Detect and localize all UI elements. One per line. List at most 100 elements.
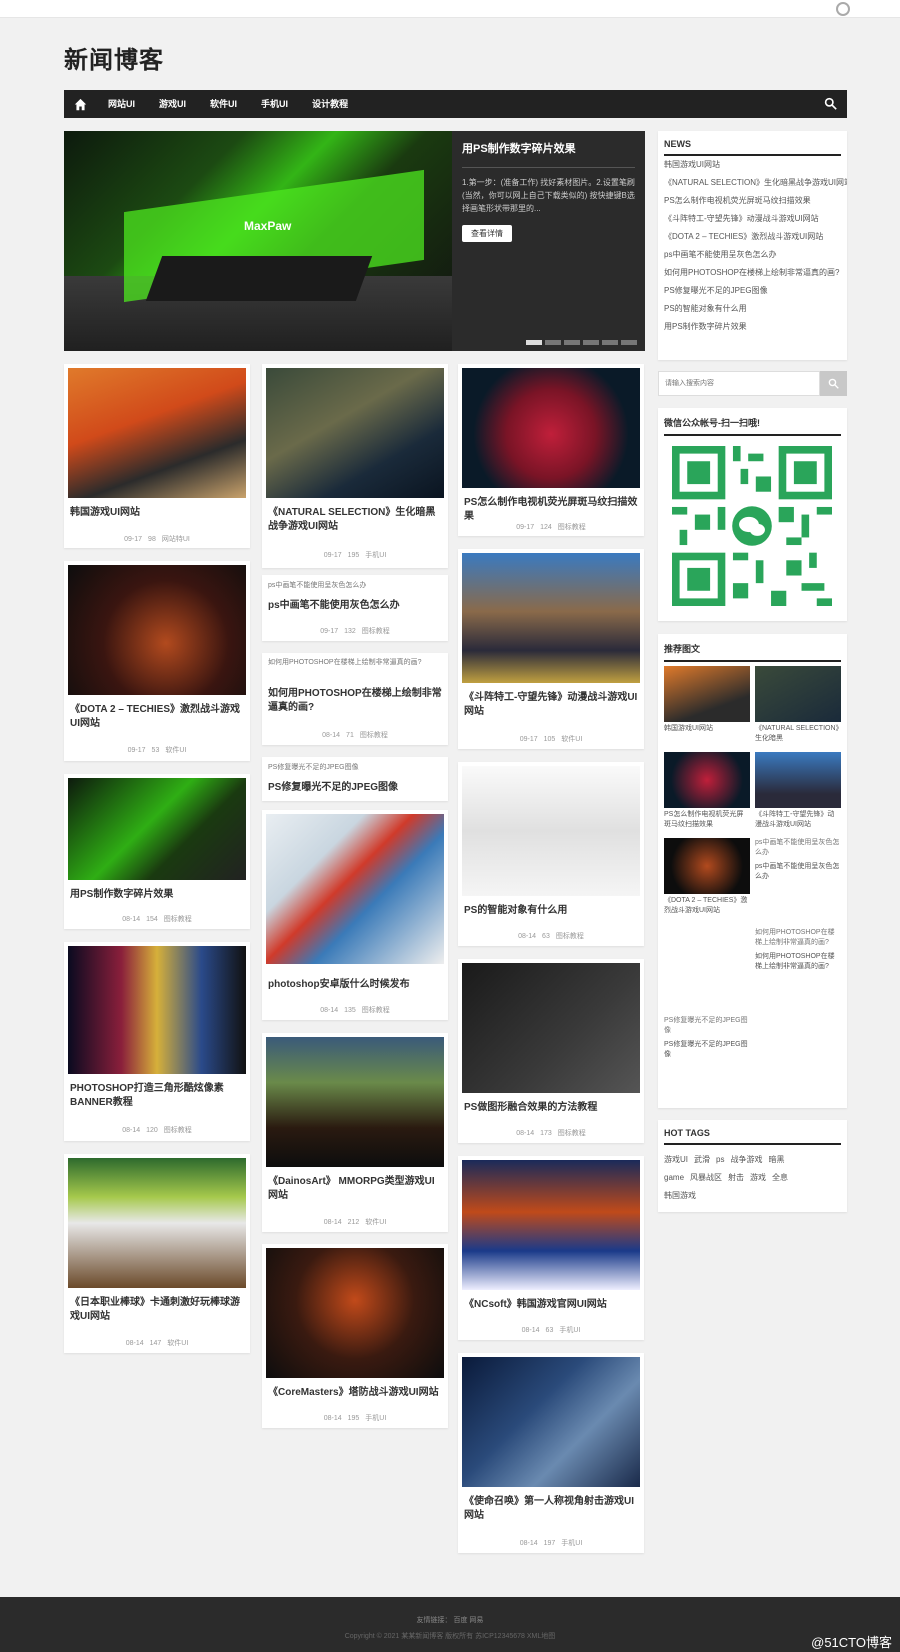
rec-item[interactable]: 《DOTA 2 – TECHIES》激烈战斗游戏UI网站 — [664, 838, 750, 916]
nav-item-design-tutorial[interactable]: 设计教程 — [300, 90, 360, 118]
rec-item[interactable]: ps中画笔不能使用呈灰色怎么办 ps中画笔不能使用呈灰色怎么办 — [755, 838, 841, 882]
footer: 友情链接： 百度 网易 Copyright © 2021 某某新闻博客 版权所有… — [0, 1597, 900, 1652]
news-link[interactable]: 用PS制作数字碎片效果 — [658, 318, 847, 336]
view-detail-button[interactable]: 查看详情 — [462, 225, 512, 242]
post-meta: 09-17 124 图标教程 — [516, 524, 586, 531]
sidebar-search-input[interactable] — [658, 371, 820, 396]
post-title[interactable]: 《CoreMasters》塔防战斗游戏UI网站 — [268, 1386, 442, 1400]
slide-title[interactable]: 用PS制作数字碎片效果 — [462, 141, 635, 168]
news-link[interactable]: PS修复曝光不足的JPEG图像 — [658, 282, 847, 300]
featured-slider[interactable]: MaxPaw 用PS制作数字碎片效果 1.第一步：(准备工作) 找好素材图片。2… — [64, 131, 645, 351]
site-logo[interactable]: 新闻博客 — [64, 40, 164, 75]
news-heading: NEWS — [664, 131, 841, 156]
post-title[interactable]: 《斗阵特工-守望先锋》动漫战斗游戏UI网站 — [464, 691, 638, 719]
tag-link[interactable]: 游戏 — [750, 1173, 766, 1182]
broken-image-alt: ps中画笔不能使用呈灰色怎么办 — [268, 582, 367, 589]
news-link[interactable]: 如何用PHOTOSHOP在楼梯上绘制非常逼真的画? — [658, 264, 847, 282]
friend-links[interactable]: 友情链接： 百度 网易 — [0, 1597, 900, 1625]
slider-dots[interactable] — [526, 340, 637, 345]
post-title[interactable]: PS做图形融合效果的方法教程 — [464, 1101, 638, 1115]
recommended-heading: 推荐图文 — [664, 634, 841, 662]
rec-item[interactable]: 韩国游戏UI网站 — [664, 666, 750, 734]
wechat-heading: 微信公众帐号-扫一扫哦! — [664, 408, 841, 436]
post-card[interactable]: photoshop安卓版什么时候发布 08-14 135 图标教程 — [262, 810, 448, 1020]
tag-link[interactable]: 韩国游戏 — [664, 1191, 696, 1200]
post-title[interactable]: photoshop安卓版什么时候发布 — [268, 978, 442, 992]
post-card[interactable]: 《斗阵特工-守望先锋》动漫战斗游戏UI网站 09-17 105 软件UI — [458, 549, 644, 749]
sidebar-search — [658, 371, 847, 396]
nav-item-game-ui[interactable]: 游戏UI — [147, 90, 198, 118]
post-card[interactable]: 用PS制作数字碎片效果 08-14 154 图标教程 — [64, 774, 250, 929]
post-card[interactable]: PHOTOSHOP打造三角形酷炫像素BANNER教程 08-14 120 图标教程 — [64, 942, 250, 1141]
post-card[interactable]: PS做图形融合效果的方法教程 08-14 173 图标教程 — [458, 959, 644, 1143]
post-title[interactable]: PS修复曝光不足的JPEG图像 — [268, 781, 442, 795]
post-title[interactable]: PHOTOSHOP打造三角形酷炫像素BANNER教程 — [70, 1082, 244, 1110]
post-title[interactable]: ps中画笔不能使用灰色怎么办 — [268, 599, 442, 613]
news-link[interactable]: 《斗阵特工-守望先锋》动漫战斗游戏UI网站 — [658, 210, 847, 228]
tag-link[interactable]: 暗黑 — [768, 1155, 784, 1164]
news-link[interactable]: 《DOTA 2 – TECHIES》激烈战斗游戏UI网站 — [658, 228, 847, 246]
post-card[interactable]: 《CoreMasters》塔防战斗游戏UI网站 08-14 195 手机UI — [262, 1244, 448, 1428]
tag-link[interactable]: 全息 — [772, 1173, 788, 1182]
post-title[interactable]: 用PS制作数字碎片效果 — [70, 888, 244, 902]
post-title[interactable]: 《DainosArt》 MMORPG类型游戏UI网站 — [268, 1175, 442, 1203]
news-link[interactable]: 韩国游戏UI网站 — [658, 156, 847, 174]
news-link[interactable]: PS怎么制作电视机荧光屏斑马纹扫描效果 — [658, 192, 847, 210]
post-card[interactable]: 《DainosArt》 MMORPG类型游戏UI网站 08-14 212 软件UI — [262, 1033, 448, 1232]
post-meta: 08-14 173 图标教程 — [516, 1130, 586, 1137]
post-meta: 09-17 98 网站特UI — [124, 536, 190, 543]
post-card[interactable]: 《使命召唤》第一人称视角射击游戏UI网站 08-14 197 手机UI — [458, 1353, 644, 1553]
tag-link[interactable]: game — [664, 1173, 684, 1182]
post-title[interactable]: PS的智能对象有什么用 — [464, 904, 638, 918]
post-card[interactable]: 如何用PHOTOSHOP在楼梯上绘制非常逼真的画? 如何用PHOTOSHOP在楼… — [262, 653, 448, 745]
slide-desc: 1.第一步：(准备工作) 找好素材图片。2.设置笔刷(当然，你可以网上自己下载类… — [462, 178, 635, 213]
rec-item[interactable]: 如何用PHOTOSHOP在楼梯上绘制非常逼真的画? 如何用PHOTOSHOP在楼梯… — [755, 928, 841, 972]
post-card[interactable]: PS怎么制作电视机荧光屏斑马纹扫描效果 09-17 124 图标教程 — [458, 364, 644, 536]
post-meta: 08-14 120 图标教程 — [122, 1127, 192, 1134]
copyright: Copyright © 2021 某某新闻博客 版权所有 苏ICP1234567… — [344, 1633, 556, 1640]
home-icon[interactable] — [64, 90, 96, 118]
tag-link[interactable]: 战争游戏 — [730, 1155, 762, 1164]
search-icon[interactable] — [824, 97, 837, 110]
loading-icon — [836, 2, 850, 16]
tag-link[interactable]: 武滑 — [694, 1155, 710, 1164]
post-card[interactable]: ps中画笔不能使用呈灰色怎么办 ps中画笔不能使用灰色怎么办 09-17 132 图… — [262, 575, 448, 641]
slide-caption: 用PS制作数字碎片效果 1.第一步：(准备工作) 找好素材图片。2.设置笔刷(当… — [452, 131, 645, 351]
tag-link[interactable]: 游戏UI — [664, 1155, 688, 1164]
post-meta: 09-17 105 软件UI — [519, 736, 583, 743]
post-card[interactable]: 《DOTA 2 – TECHIES》激烈战斗游戏UI网站 09-17 53 软件UI — [64, 561, 250, 761]
tag-link[interactable]: ps — [716, 1155, 724, 1164]
post-title[interactable]: 《NATURAL SELECTION》生化暗黑战争游戏UI网站 — [268, 506, 442, 534]
post-card[interactable]: 《NCsoft》韩国游戏官网UI网站 08-14 63 手机UI — [458, 1156, 644, 1340]
post-meta: 08-14 154 图标教程 — [122, 916, 192, 923]
post-title[interactable]: 如何用PHOTOSHOP在楼梯上绘制非常逼真的画? — [268, 687, 442, 715]
post-card[interactable]: PS修复曝光不足的JPEG图像 PS修复曝光不足的JPEG图像 — [262, 757, 448, 801]
post-card[interactable]: 韩国游戏UI网站 09-17 98 网站特UI — [64, 364, 250, 548]
rec-item[interactable]: 《斗阵特工-守望先锋》动漫战斗游戏UI网站 — [755, 752, 841, 830]
news-link[interactable]: ps中画笔不能使用呈灰色怎么办 — [658, 246, 847, 264]
post-title[interactable]: 《NCsoft》韩国游戏官网UI网站 — [464, 1298, 638, 1312]
search-icon — [828, 378, 839, 389]
post-title[interactable]: 韩国游戏UI网站 — [70, 506, 244, 520]
nav-item-web-ui[interactable]: 网站UI — [96, 90, 147, 118]
qr-code-icon — [672, 446, 832, 606]
nav-item-software-ui[interactable]: 软件UI — [198, 90, 249, 118]
post-title[interactable]: 《DOTA 2 – TECHIES》激烈战斗游戏UI网站 — [70, 703, 244, 731]
rec-item[interactable]: PS怎么制作电视机荧光屏斑马纹扫描效果 — [664, 752, 750, 830]
sidebar-search-button[interactable] — [820, 371, 847, 396]
post-card[interactable]: 《日本职业棒球》卡通刺激好玩棒球游戏UI网站 08-14 147 软件UI — [64, 1154, 250, 1353]
nav-item-mobile-ui[interactable]: 手机UI — [249, 90, 300, 118]
post-title[interactable]: 《日本职业棒球》卡通刺激好玩棒球游戏UI网站 — [70, 1296, 244, 1324]
tag-link[interactable]: 射击 — [728, 1173, 744, 1182]
rec-item[interactable]: PS修复曝光不足的JPEG图像 PS修复曝光不足的JPEG图像 — [664, 1016, 750, 1060]
post-title[interactable]: PS怎么制作电视机荧光屏斑马纹扫描效果 — [464, 496, 638, 524]
post-card[interactable]: 《NATURAL SELECTION》生化暗黑战争游戏UI网站 09-17 195… — [262, 364, 448, 568]
rec-item[interactable]: 《NATURAL SELECTION》生化暗黑 — [755, 666, 841, 744]
news-link[interactable]: 《NATURAL SELECTION》生化暗黑战争游戏UI网站 — [658, 174, 847, 192]
post-card[interactable]: PS的智能对象有什么用 08-14 63 图标教程 — [458, 762, 644, 946]
news-link[interactable]: PS的智能对象有什么用 — [658, 300, 847, 318]
post-meta: 08-14 195 手机UI — [323, 1415, 387, 1422]
tag-link[interactable]: 风暴战区 — [690, 1173, 722, 1182]
post-title[interactable]: 《使命召唤》第一人称视角射击游戏UI网站 — [464, 1495, 638, 1523]
slide-image[interactable]: MaxPaw — [64, 131, 452, 351]
